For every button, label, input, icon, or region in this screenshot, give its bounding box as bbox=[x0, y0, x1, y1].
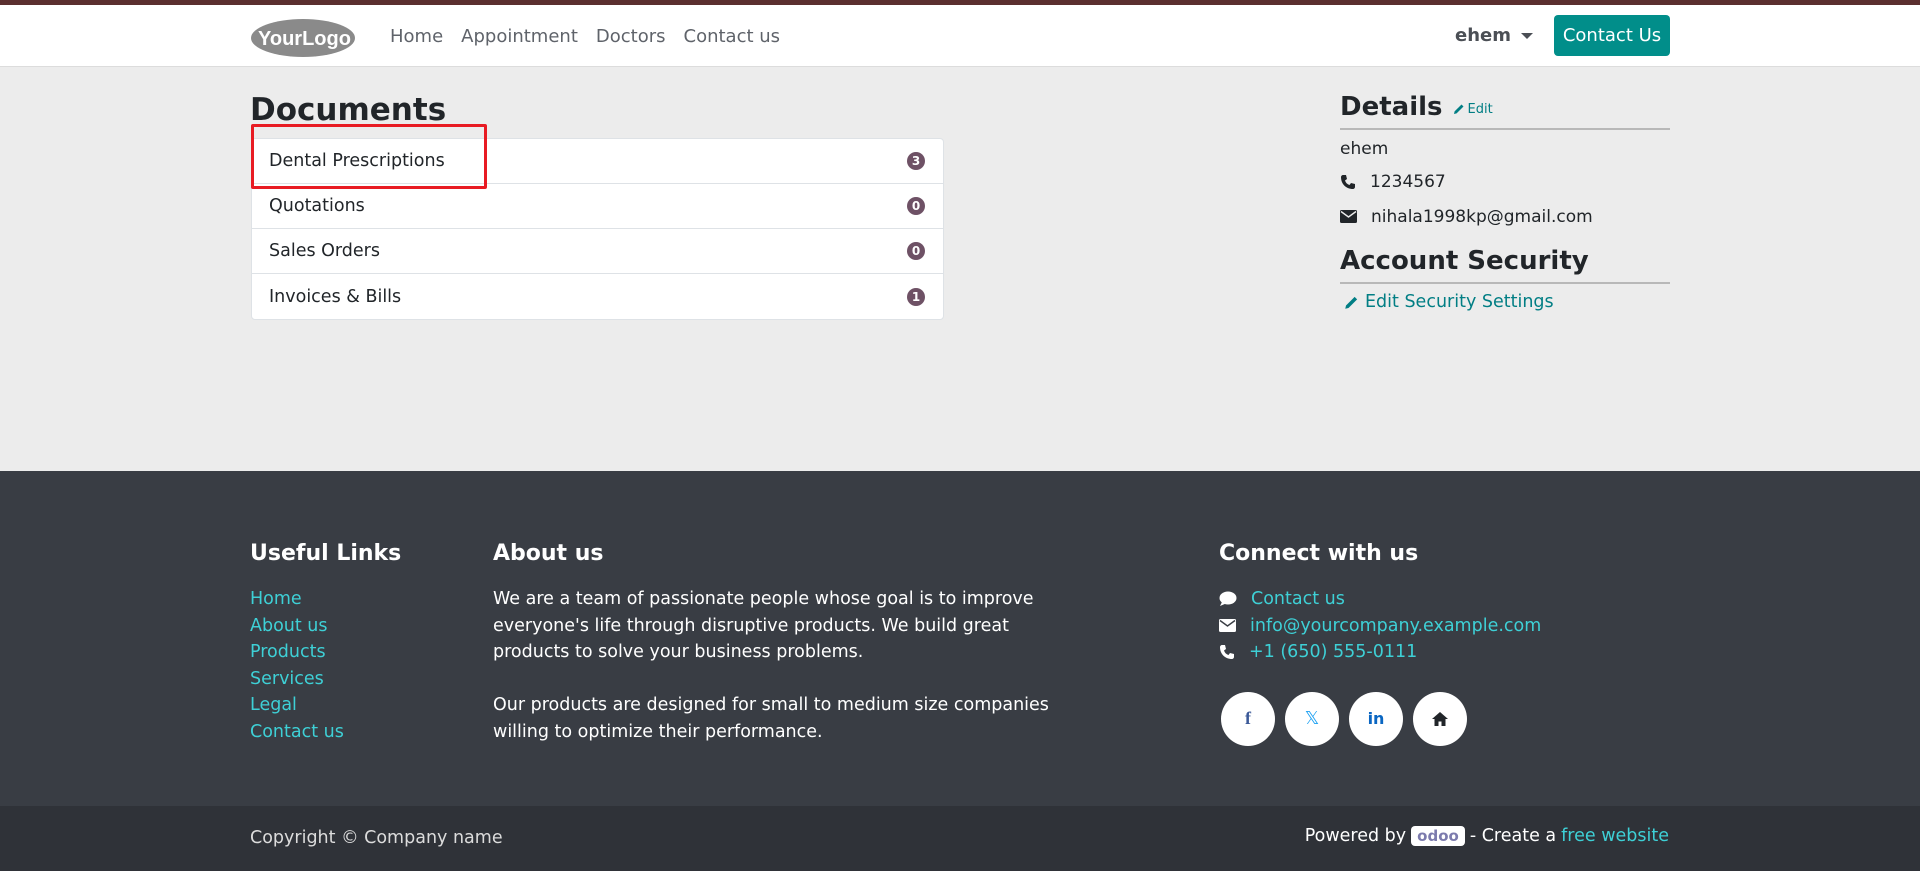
details-phone: 1234567 bbox=[1340, 164, 1670, 199]
nav-doctors[interactable]: Doctors bbox=[596, 26, 666, 47]
home-button[interactable] bbox=[1413, 691, 1467, 746]
contact-us-button[interactable]: Contact Us bbox=[1554, 15, 1670, 56]
footer-link-home[interactable]: Home bbox=[250, 586, 401, 613]
account-security-header: Account Security bbox=[1340, 246, 1670, 284]
facebook-button[interactable]: f bbox=[1221, 691, 1275, 746]
powered-by-label: Powered by bbox=[1304, 826, 1407, 846]
details-name: ehem bbox=[1340, 134, 1670, 164]
edit-details-link[interactable]: Edit bbox=[1453, 102, 1493, 117]
details-panel: Details Edit ehem 1234567 nihala1998kp@g… bbox=[1340, 92, 1670, 312]
details-email: nihala1998kp@gmail.com bbox=[1340, 199, 1670, 234]
create-a-label: - Create a bbox=[1469, 826, 1557, 846]
connect-phone-link[interactable]: +1 (650) 555-0111 bbox=[1219, 639, 1541, 666]
linkedin-button[interactable]: in bbox=[1349, 691, 1403, 746]
free-website-link[interactable]: free website bbox=[1561, 826, 1669, 846]
pencil-icon bbox=[1345, 296, 1358, 309]
home-icon bbox=[1432, 711, 1448, 726]
nav-home[interactable]: Home bbox=[390, 26, 443, 47]
user-name: ehem bbox=[1455, 25, 1511, 46]
document-label: Quotations bbox=[269, 196, 365, 216]
caret-down-icon bbox=[1521, 32, 1533, 39]
documents-title: Documents bbox=[250, 92, 447, 128]
edit-label: Edit bbox=[1467, 101, 1493, 117]
connect-title: Connect with us bbox=[1219, 541, 1419, 566]
details-header: Details Edit bbox=[1340, 92, 1670, 130]
about-paragraph-1: We are a team of passionate people whose… bbox=[493, 589, 1034, 662]
edit-security-settings-link[interactable]: Edit Security Settings bbox=[1340, 292, 1670, 312]
envelope-icon bbox=[1219, 619, 1236, 633]
site-logo[interactable]: YourLogo bbox=[250, 18, 356, 58]
envelope-icon bbox=[1340, 210, 1357, 223]
connect-email-link[interactable]: info@yourcompany.example.com bbox=[1219, 613, 1541, 640]
email-address: nihala1998kp@gmail.com bbox=[1371, 206, 1593, 227]
about-text: We are a team of passionate people whose… bbox=[493, 586, 1063, 745]
x-twitter-button[interactable]: 𝕏 bbox=[1285, 691, 1339, 746]
useful-links-section: Useful Links Home About us Products Serv… bbox=[250, 541, 401, 745]
edit-security-settings-label: Edit Security Settings bbox=[1365, 292, 1554, 312]
footer-link-about-us[interactable]: About us bbox=[250, 613, 401, 640]
document-label: Dental Prescriptions bbox=[269, 151, 445, 171]
documents-list: Dental Prescriptions 3 Quotations 0 Sale… bbox=[251, 138, 944, 320]
main-nav: Home Appointment Doctors Contact us bbox=[390, 5, 780, 67]
connect-contact-link[interactable]: Contact us bbox=[1219, 586, 1541, 613]
about-section: About us We are a team of passionate peo… bbox=[493, 541, 1063, 745]
count-badge: 0 bbox=[907, 242, 925, 260]
document-item-invoices-bills[interactable]: Invoices & Bills 1 bbox=[252, 274, 943, 319]
document-label: Sales Orders bbox=[269, 241, 380, 261]
footer-link-services[interactable]: Services bbox=[250, 666, 401, 693]
social-links: f 𝕏 in bbox=[1221, 691, 1541, 746]
connect-contact-label: Contact us bbox=[1251, 589, 1345, 609]
powered-by: Powered by odoo - Create a free website bbox=[1305, 826, 1669, 846]
x-icon: 𝕏 bbox=[1304, 708, 1320, 729]
customer-name: ehem bbox=[1340, 139, 1389, 159]
document-item-quotations[interactable]: Quotations 0 bbox=[252, 184, 943, 229]
count-badge: 1 bbox=[907, 287, 925, 306]
connect-email-label: info@yourcompany.example.com bbox=[1250, 615, 1542, 636]
facebook-icon: f bbox=[1245, 708, 1251, 728]
phone-icon bbox=[1341, 174, 1355, 189]
document-label: Invoices & Bills bbox=[269, 286, 402, 307]
about-title: About us bbox=[493, 541, 604, 566]
phone-icon bbox=[1220, 645, 1234, 660]
details-title: Details bbox=[1340, 92, 1443, 122]
footer-link-contact-us[interactable]: Contact us bbox=[250, 719, 401, 746]
chat-bubble-icon bbox=[1219, 591, 1237, 607]
about-paragraph-2: Our products are designed for small to m… bbox=[493, 695, 1049, 742]
document-item-dental-prescriptions[interactable]: Dental Prescriptions 3 bbox=[252, 139, 943, 184]
useful-links-title: Useful Links bbox=[250, 541, 402, 566]
linkedin-icon: in bbox=[1367, 709, 1385, 728]
document-item-sales-orders[interactable]: Sales Orders 0 bbox=[252, 229, 943, 274]
connect-section: Connect with us Contact us info@yourcomp… bbox=[1219, 541, 1541, 746]
site-footer: Useful Links Home About us Products Serv… bbox=[0, 471, 1920, 806]
nav-contact-us[interactable]: Contact us bbox=[684, 26, 781, 47]
phone-number: 1234567 bbox=[1370, 171, 1446, 192]
account-security-title: Account Security bbox=[1340, 246, 1589, 276]
user-menu-dropdown[interactable]: ehem bbox=[1455, 25, 1533, 46]
copyright-bar: Copyright © Company name Powered by odoo… bbox=[0, 806, 1920, 871]
pencil-icon bbox=[1453, 104, 1463, 114]
site-header: YourLogo Home Appointment Doctors Contac… bbox=[0, 5, 1920, 67]
connect-phone-label: +1 (650) 555-0111 bbox=[1249, 642, 1418, 662]
count-badge: 0 bbox=[907, 197, 925, 215]
nav-appointment[interactable]: Appointment bbox=[461, 26, 578, 47]
footer-link-products[interactable]: Products bbox=[250, 639, 401, 666]
copyright-text: Copyright © Company name bbox=[250, 828, 503, 848]
odoo-logo[interactable]: odoo bbox=[1411, 826, 1465, 846]
logo-text: YourLogo bbox=[258, 28, 351, 50]
count-badge: 3 bbox=[907, 152, 925, 170]
footer-link-legal[interactable]: Legal bbox=[250, 692, 401, 719]
